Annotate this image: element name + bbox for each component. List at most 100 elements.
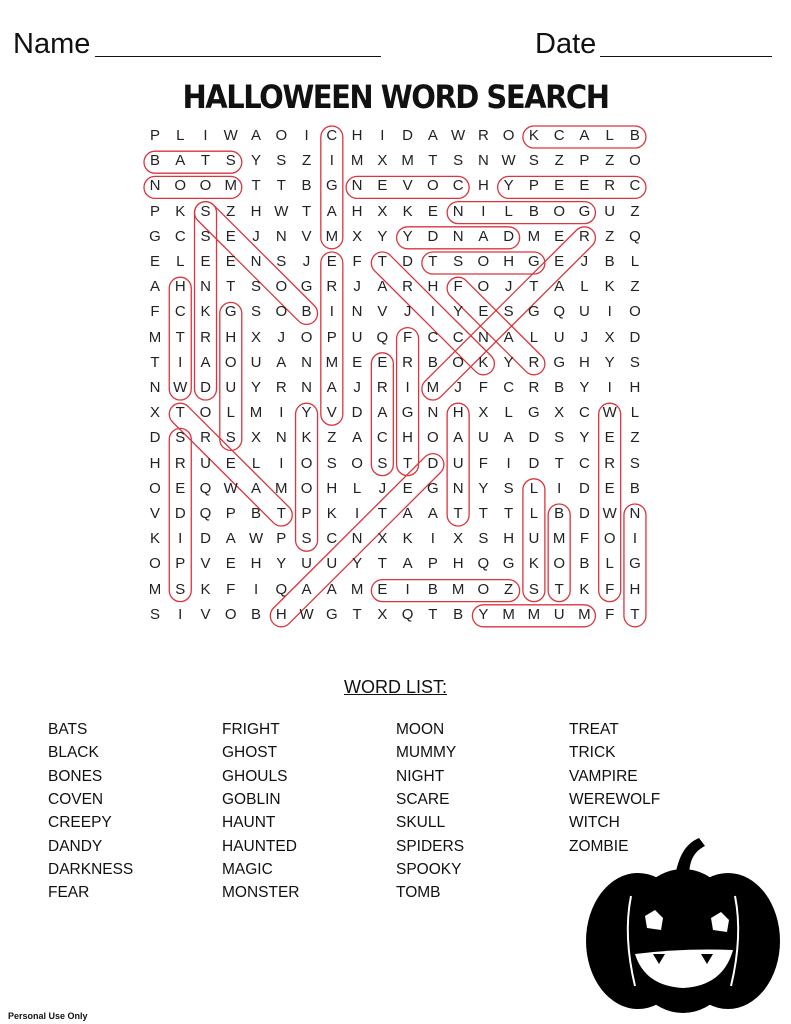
- grid-letter: J: [454, 379, 462, 396]
- grid-letter: E: [554, 227, 565, 245]
- grid-letter: Q: [401, 605, 414, 623]
- grid-letter: L: [226, 404, 235, 422]
- grid-letter: V: [326, 404, 337, 422]
- grid-letter: D: [578, 479, 590, 497]
- grid-letter: K: [604, 278, 615, 296]
- grid-letter: E: [427, 202, 438, 220]
- grid-letter: F: [226, 580, 236, 598]
- grid-letter: I: [632, 530, 638, 548]
- grid-letter: R: [200, 328, 211, 346]
- footer-note: Personal Use Only: [8, 1011, 88, 1021]
- grid-letter: W: [248, 530, 264, 548]
- grid-letter: T: [478, 505, 488, 522]
- grid-letter: S: [225, 429, 236, 447]
- word-list-item: BONES: [48, 767, 103, 785]
- grid-letter: S: [554, 429, 565, 447]
- grid-letter: W: [173, 379, 188, 396]
- grid-letter: Y: [604, 353, 615, 371]
- grid-letter: L: [529, 328, 539, 346]
- grid-letter: I: [279, 404, 284, 422]
- grid-letter: C: [174, 227, 186, 245]
- grid-letter: X: [478, 404, 489, 422]
- grid-letter: H: [149, 454, 161, 472]
- grid-letter: U: [200, 454, 211, 472]
- word-list-item: MONSTER: [222, 884, 300, 902]
- grid-letter: K: [402, 530, 413, 548]
- grid-letter: E: [604, 429, 615, 447]
- grid-letter: N: [452, 202, 464, 220]
- grid-letter: C: [553, 127, 565, 144]
- grid-letter: Y: [579, 429, 590, 447]
- grid-letter: T: [175, 404, 185, 422]
- grid-letter: D: [200, 379, 211, 396]
- grid-letter: Q: [199, 479, 212, 497]
- grid-letter: O: [603, 530, 616, 548]
- grid-letter: Q: [275, 580, 288, 598]
- grid-letter: B: [604, 253, 615, 270]
- grid-letter: O: [149, 555, 161, 573]
- grid-letter: G: [325, 177, 338, 195]
- word-list-item: MAGIC: [222, 860, 273, 878]
- grid-letter: M: [578, 605, 591, 623]
- grid-letter: H: [503, 253, 515, 270]
- grid-letter: Y: [276, 555, 287, 573]
- grid-letter: C: [326, 530, 338, 548]
- grid-letter: A: [276, 353, 287, 371]
- grid-letter: E: [554, 253, 565, 270]
- grid-letter: I: [354, 505, 360, 522]
- grid-letter: N: [427, 404, 439, 422]
- grid-letter: X: [377, 202, 388, 220]
- grid-letter: G: [427, 479, 439, 497]
- grid-letter: U: [477, 429, 489, 447]
- grid-letter: G: [224, 303, 237, 321]
- grid-letter: B: [427, 580, 438, 598]
- grid-letter: C: [629, 177, 641, 195]
- grid-letter: H: [477, 177, 489, 195]
- answer-highlight-fright: [395, 326, 420, 477]
- grid-letter: B: [554, 379, 565, 396]
- grid-letter: F: [605, 580, 615, 598]
- grid-letter: H: [503, 530, 515, 548]
- grid-letter: I: [253, 580, 259, 598]
- grid-letter: Y: [301, 404, 312, 422]
- grid-letter: P: [326, 328, 337, 346]
- grid-letter: K: [200, 303, 211, 321]
- grid-letter: S: [453, 152, 464, 170]
- grid-letter: L: [580, 278, 589, 296]
- grid-letter: M: [350, 152, 364, 170]
- grid-letter: S: [629, 353, 640, 371]
- grid-letter: G: [149, 227, 161, 245]
- grid-letter: D: [402, 253, 414, 270]
- grid-letter: F: [579, 530, 589, 548]
- grid-letter: R: [604, 454, 616, 472]
- grid-letter: T: [377, 555, 387, 573]
- grid-letter: G: [629, 555, 641, 573]
- grid-letter: T: [251, 177, 261, 195]
- grid-letter: S: [326, 454, 337, 472]
- grid-letter: N: [275, 227, 287, 245]
- word-list-item: HAUNTED: [222, 837, 297, 855]
- grid-letter: J: [302, 253, 311, 270]
- grid-letter: D: [503, 227, 515, 245]
- word-list-item: FRIGHT: [222, 721, 280, 738]
- grid-letter: P: [427, 555, 438, 573]
- grid-letter: X: [453, 530, 464, 548]
- grid-letter: N: [452, 479, 464, 497]
- grid-letter: O: [149, 479, 161, 497]
- grid-letter: M: [451, 580, 465, 598]
- grid-letter: R: [578, 227, 590, 245]
- grid-letter: T: [276, 505, 286, 522]
- word-list-item: FEAR: [48, 884, 90, 902]
- grid-letter: K: [200, 580, 211, 598]
- grid-letter: S: [276, 152, 287, 170]
- grid-letter: T: [301, 202, 312, 220]
- word-list-title: WORD LIST:: [343, 677, 447, 697]
- grid-letter: K: [175, 202, 186, 220]
- grid-letter: U: [578, 303, 590, 321]
- word-list-item: BLACK: [48, 744, 99, 762]
- grid-letter: F: [453, 278, 463, 296]
- grid-letter: V: [200, 605, 211, 623]
- grid-letter: B: [251, 505, 262, 522]
- grid-letter: G: [553, 353, 565, 371]
- grid-letter: C: [578, 404, 590, 422]
